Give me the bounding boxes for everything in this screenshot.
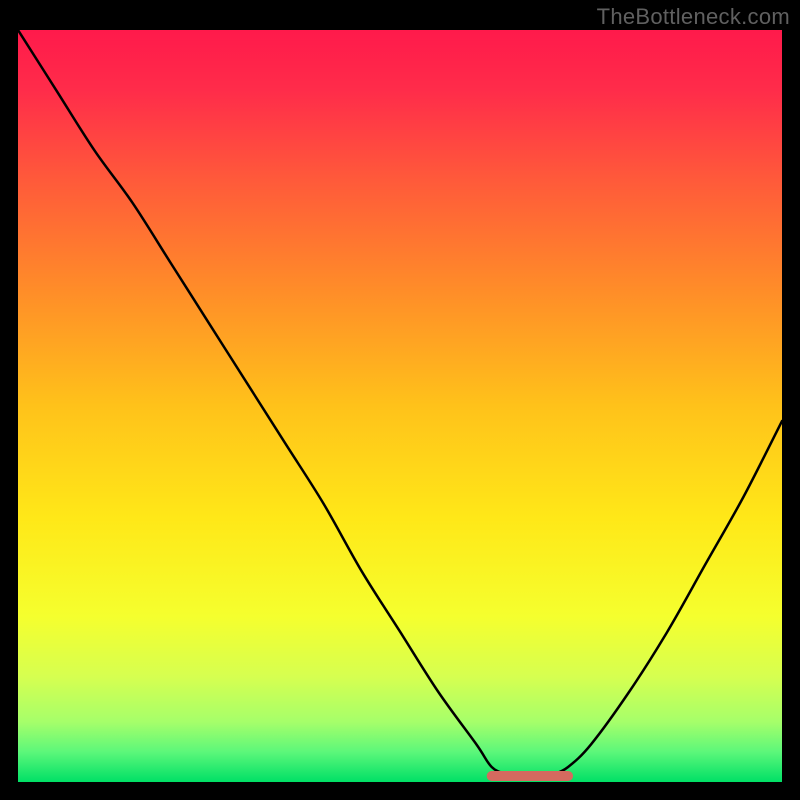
chart-container: TheBottleneck.com — [0, 0, 800, 800]
watermark-text: TheBottleneck.com — [597, 4, 790, 30]
plot-area — [18, 30, 782, 782]
gradient-background — [18, 30, 782, 782]
chart-svg — [18, 30, 782, 782]
